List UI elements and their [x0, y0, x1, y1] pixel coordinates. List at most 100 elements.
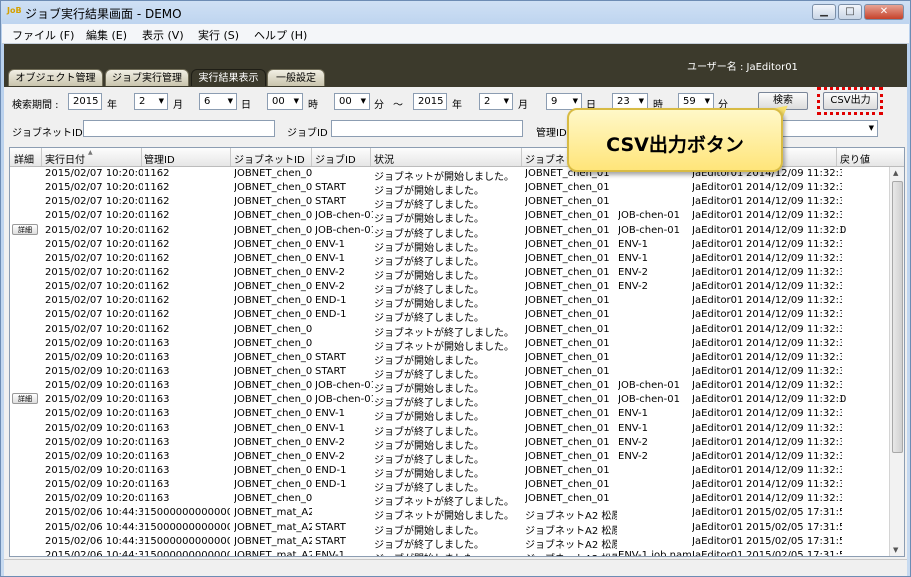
to-year-input[interactable]: 2015 [413, 93, 447, 110]
cell-updated-at: 2014/12/09 11:32:38 [746, 295, 842, 307]
cell-jobnet-name: JOBNET_chen_01 [525, 450, 610, 462]
cell-exec-date: 2015/02/07 10:20:01 [45, 224, 143, 236]
application-window: JoB ジョブ実行結果画面 - DEMO ▁ □ ✕ ファイル (F) 編集 (… [0, 0, 911, 577]
cell-updated-at: 2014/12/09 11:32:38 [746, 422, 842, 434]
scroll-thumb[interactable] [892, 181, 903, 453]
cell-exec-date: 2015/02/09 10:20:02 [45, 479, 143, 491]
table-row[interactable]: 2015/02/09 10:20:01 1163 JOBNET_chen_01 JOB… [10, 379, 890, 395]
cell-exec-date: 2015/02/06 10:44:35 [45, 549, 143, 557]
cell-jobnet-name: JOBNET_chen_01 [525, 394, 610, 406]
col-status[interactable]: 状況 [374, 151, 394, 166]
cell-manage-id: 1500000000000000 [144, 535, 230, 547]
cell-job-name: ENV-1 [618, 238, 649, 250]
cell-job-id: ENV-2 [315, 266, 346, 278]
table-row[interactable]: 2015/02/09 10:20:02 1163 JOBNET_chen_01 ジョブ… [10, 492, 890, 508]
table-row[interactable]: 2015/02/09 10:20:02 1163 JOBNET_chen_01 ENV… [10, 450, 890, 466]
tab-execution-results[interactable]: 実行結果表示 [191, 69, 266, 86]
from-day-select[interactable]: 6 ▼ [199, 93, 237, 110]
chevron-down-icon: ▼ [503, 97, 509, 105]
cell-jobnet-name: JOBNET_chen_01 [525, 337, 610, 349]
col-job-id[interactable]: ジョブID [315, 151, 356, 166]
maximize-button[interactable]: □ [838, 4, 862, 20]
scroll-down-arrow-icon[interactable]: ▼ [893, 546, 898, 554]
menu-view[interactable]: 表示 (V) [142, 27, 184, 43]
from-minute-select[interactable]: 00 ▼ [334, 93, 370, 110]
menu-file[interactable]: ファイル (F) [12, 27, 74, 43]
table-row[interactable]: 2015/02/07 10:20:01 1162 JOBNET_chen_01 STA… [10, 195, 890, 211]
from-minute-unit: 分 [374, 100, 384, 111]
cell-manage-id: 1163 [144, 380, 170, 392]
cell-updated-at: 2015/02/05 17:31:57 [746, 507, 842, 519]
table-row[interactable]: 2015/02/09 10:20:01 1163 JOBNET_chen_01 STA… [10, 365, 890, 381]
table-row[interactable]: 2015/02/09 10:20:00 1163 JOBNET_chen_01 ジョブ… [10, 337, 890, 353]
tab-job-execution[interactable]: ジョブ実行管理 [105, 69, 189, 86]
detail-button[interactable]: 詳細 [12, 393, 38, 405]
from-year-input[interactable]: 2015 [68, 93, 102, 110]
cell-user: JaEditor01 [692, 182, 744, 194]
table-row[interactable]: 2015/02/07 10:20:02 1162 JOBNET_chen_01 ENV… [10, 252, 890, 268]
table-row[interactable]: 2015/02/09 10:20:02 1163 JOBNET_chen_01 ENV… [10, 422, 890, 438]
app-icon: JoB [7, 6, 22, 15]
table-row[interactable]: 2015/02/09 10:20:02 1163 JOBNET_chen_01 ENV… [10, 436, 890, 452]
user-name-label: ユーザー名 : JaEditor01 [687, 62, 798, 73]
menu-run[interactable]: 実行 (S) [198, 27, 239, 43]
table-row[interactable]: 2015/02/07 10:20:02 1162 JOBNET_chen_01 ENV… [10, 238, 890, 254]
menu-help[interactable]: ヘルプ (H) [254, 27, 307, 43]
table-row[interactable]: 2015/02/07 10:20:01 1162 JOBNET_chen_01 STA… [10, 181, 890, 197]
close-button[interactable]: ✕ [864, 4, 904, 20]
cell-jobnet-id: JOBNET_chen_01 [234, 196, 312, 208]
cell-exec-date: 2015/02/07 10:20:01 [45, 182, 143, 194]
table-row[interactable]: 2015/02/07 10:20:02 1162 JOBNET_chen_01 END… [10, 294, 890, 310]
table-row[interactable]: 2015/02/07 10:20:02 1162 JOBNET_chen_01 ENV… [10, 266, 890, 282]
col-exec-date[interactable]: 実行日付 [45, 151, 85, 166]
table-row[interactable]: 2015/02/06 10:44:341500000000000000 JOBNE… [10, 506, 890, 522]
cell-job-id: JOB-chen-01 [315, 224, 373, 236]
cell-updated-at: 2014/12/09 11:32:38 [746, 210, 842, 222]
table-row[interactable]: 2015/02/07 10:20:01 1162 JOBNET_chen_01 JOB… [10, 209, 890, 225]
tab-object-management[interactable]: オブジェクト管理 [8, 69, 103, 86]
cell-job-id: ENV-1 [315, 549, 346, 557]
to-month-select[interactable]: 2 ▼ [479, 93, 513, 110]
cell-manage-id: 1162 [144, 182, 170, 194]
from-hour-select[interactable]: 00 ▼ [267, 93, 303, 110]
table-row[interactable]: 2015/02/07 10:20:02 1162 JOBNET_chen_01 ジョブ… [10, 323, 890, 339]
table-row[interactable]: 2015/02/07 10:20:02 1162 JOBNET_chen_01 END… [10, 308, 890, 324]
cell-updated-at: 2014/12/09 11:32:38 [746, 182, 842, 194]
col-detail[interactable]: 詳細 [14, 151, 34, 166]
table-row[interactable]: 2015/02/06 10:44:351500000000000000 JOBNE… [10, 535, 890, 551]
table-row[interactable]: 2015/02/09 10:20:02 1163 JOBNET_chen_01 ENV… [10, 407, 890, 423]
chevron-down-icon: ▼ [293, 97, 299, 105]
table-row[interactable]: 2015/02/09 10:20:02 1163 JOBNET_chen_01 END… [10, 478, 890, 494]
callout-text: CSV出力ボタン [606, 134, 744, 156]
jobnet-id-input[interactable] [83, 120, 275, 137]
table-row[interactable]: 2015/02/06 10:44:351500000000000000 JOBNE… [10, 549, 890, 557]
table-row[interactable]: 詳細 2015/02/07 10:20:01 1162 JOBNET_chen_01 J… [10, 223, 890, 240]
table-row[interactable]: 2015/02/09 10:20:02 1163 JOBNET_chen_01 END… [10, 464, 890, 480]
table-row[interactable]: 2015/02/06 10:44:351500000000000000 JOBNE… [10, 521, 890, 537]
from-month-select[interactable]: 2 ▼ [134, 93, 168, 110]
cell-exec-date: 2015/02/09 10:20:00 [45, 337, 143, 349]
vertical-scrollbar[interactable]: ▲ ▼ [889, 167, 904, 556]
table-row[interactable]: 2015/02/09 10:20:01 1163 JOBNET_chen_01 STA… [10, 351, 890, 367]
cell-job-id: JOB-chen-01 [315, 210, 373, 222]
col-return-value[interactable]: 戻り値 [840, 151, 870, 166]
status-bar [4, 559, 907, 576]
title-bar[interactable]: JoB ジョブ実行結果画面 - DEMO ▁ □ ✕ [1, 1, 910, 23]
job-id-input[interactable] [331, 120, 523, 137]
cell-user: JaEditor01 [692, 479, 744, 491]
cell-jobnet-name: JOBNET_chen_01 [525, 196, 610, 208]
table-row[interactable]: 2015/02/07 10:20:02 1162 JOBNET_chen_01 ENV… [10, 280, 890, 296]
tab-general-settings[interactable]: 一般設定 [267, 69, 325, 86]
menu-edit[interactable]: 編集 (E) [86, 27, 127, 43]
detail-button[interactable]: 詳細 [12, 223, 38, 235]
cell-user: JaEditor01 [692, 507, 744, 519]
csv-button-highlight [817, 87, 883, 115]
cell-jobnet-id: JOBNET_mat_A2 [234, 507, 312, 519]
to-year-unit: 年 [452, 100, 462, 111]
col-manage-id[interactable]: 管理ID [144, 151, 175, 166]
cell-job-id: JOB-chen-01 [315, 394, 373, 406]
minimize-button[interactable]: ▁ [812, 4, 836, 20]
scroll-up-arrow-icon[interactable]: ▲ [893, 169, 898, 177]
col-jobnet-id[interactable]: ジョブネットID [234, 151, 305, 166]
table-row[interactable]: 詳細 2015/02/09 10:20:02 1163 JOBNET_chen_01 J… [10, 393, 890, 409]
